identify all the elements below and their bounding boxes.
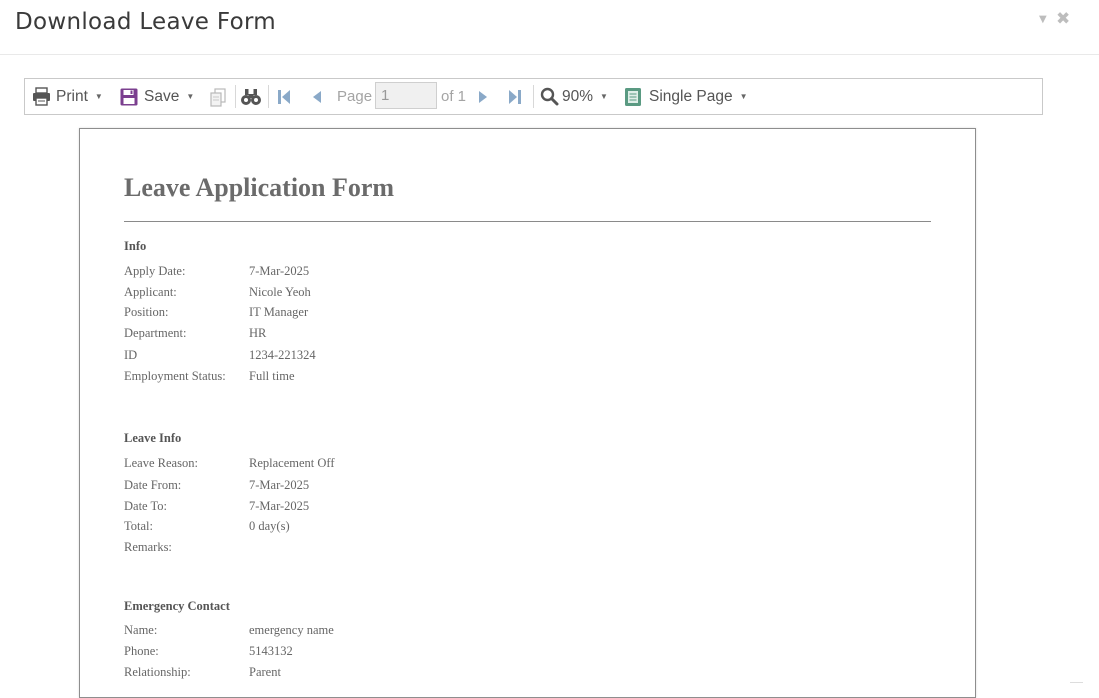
page-number-input[interactable] (375, 82, 437, 109)
field-value: Parent (249, 665, 281, 679)
section-heading-emergency-contact: Emergency Contact (124, 599, 230, 613)
field-label: Phone: (124, 644, 159, 658)
field-label: Department: (124, 326, 187, 340)
field-label: ID (124, 348, 138, 362)
field-label: Remarks: (124, 540, 172, 554)
first-page-button[interactable] (276, 79, 292, 114)
view-mode-button[interactable]: Single Page ▼ (624, 79, 748, 114)
magnifier-icon (540, 87, 559, 106)
prev-page-icon (313, 90, 321, 103)
printer-icon (33, 87, 50, 106)
next-page-icon (479, 90, 487, 103)
field-label: Apply Date: (124, 264, 186, 278)
view-mode-label: Single Page (649, 87, 733, 105)
resize-handle[interactable] (1070, 682, 1083, 683)
print-label: Print (56, 87, 88, 105)
section-heading-leave-info: Leave Info (124, 431, 182, 445)
field-value: Nicole Yeoh (249, 285, 311, 299)
save-label: Save (144, 87, 180, 105)
next-page-button[interactable] (477, 79, 489, 114)
last-page-button[interactable] (507, 79, 523, 114)
field-value: HR (249, 326, 267, 340)
report-toolbar: Print ▼ Save ▼ Page 1 of 1 90% ▼ Single … (24, 78, 1043, 115)
field-value: emergency name (249, 623, 334, 637)
print-button[interactable]: Print ▼ (32, 79, 103, 114)
section-heading-info: Info (124, 239, 147, 253)
zoom-label: 90% (562, 87, 594, 105)
toolbar-divider (268, 85, 269, 108)
field-value: 7-Mar-2025 (249, 478, 310, 492)
toolbar-divider (235, 85, 236, 108)
page-label: Page (337, 88, 373, 105)
binoculars-icon (241, 88, 261, 105)
modal-header: Download Leave Form ▼ ✖ (0, 0, 1099, 55)
field-label: Date To: (124, 499, 167, 513)
toolbar-divider (533, 85, 534, 108)
modal-title: Download Leave Form (15, 9, 277, 35)
field-label: Applicant: (124, 285, 177, 299)
document-title: Leave Application Form (124, 173, 395, 202)
field-value: 1234-221324 (249, 348, 316, 362)
field-value: 5143132 (249, 644, 293, 658)
collapse-icon[interactable]: ▼ (1039, 15, 1047, 25)
field-label: Name: (124, 623, 158, 637)
copy-button[interactable] (208, 79, 228, 114)
copy-icon (210, 87, 226, 107)
field-label: Total: (124, 519, 153, 533)
field-value: 7-Mar-2025 (249, 264, 310, 278)
chevron-down-icon: ▼ (94, 92, 103, 101)
last-page-icon (509, 89, 521, 104)
close-icon[interactable]: ✖ (1056, 11, 1070, 28)
field-label: Leave Reason: (124, 456, 198, 470)
prev-page-button[interactable] (311, 79, 323, 114)
page-count-label: of 1 (441, 88, 467, 105)
field-label: Relationship: (124, 665, 191, 679)
field-value: IT Manager (249, 305, 309, 319)
field-value: Replacement Off (249, 456, 335, 470)
field-value: Full time (249, 369, 295, 383)
field-label: Employment Status: (124, 369, 226, 383)
save-button[interactable]: Save ▼ (120, 79, 194, 114)
chevron-down-icon: ▼ (186, 92, 195, 101)
chevron-down-icon: ▼ (600, 92, 608, 101)
title-divider (124, 221, 931, 222)
field-label: Position: (124, 305, 169, 319)
chevron-down-icon: ▼ (739, 92, 748, 101)
single-page-icon (625, 87, 641, 106)
field-value: 0 day(s) (249, 519, 290, 533)
first-page-icon (278, 89, 290, 104)
field-value: 7-Mar-2025 (249, 499, 310, 513)
floppy-icon (120, 88, 138, 105)
zoom-button[interactable]: 90% ▼ (540, 79, 608, 114)
find-button[interactable] (240, 79, 262, 114)
document-page: Leave Application Form Info Apply Date: 7… (79, 128, 976, 698)
field-label: Date From: (124, 478, 182, 492)
